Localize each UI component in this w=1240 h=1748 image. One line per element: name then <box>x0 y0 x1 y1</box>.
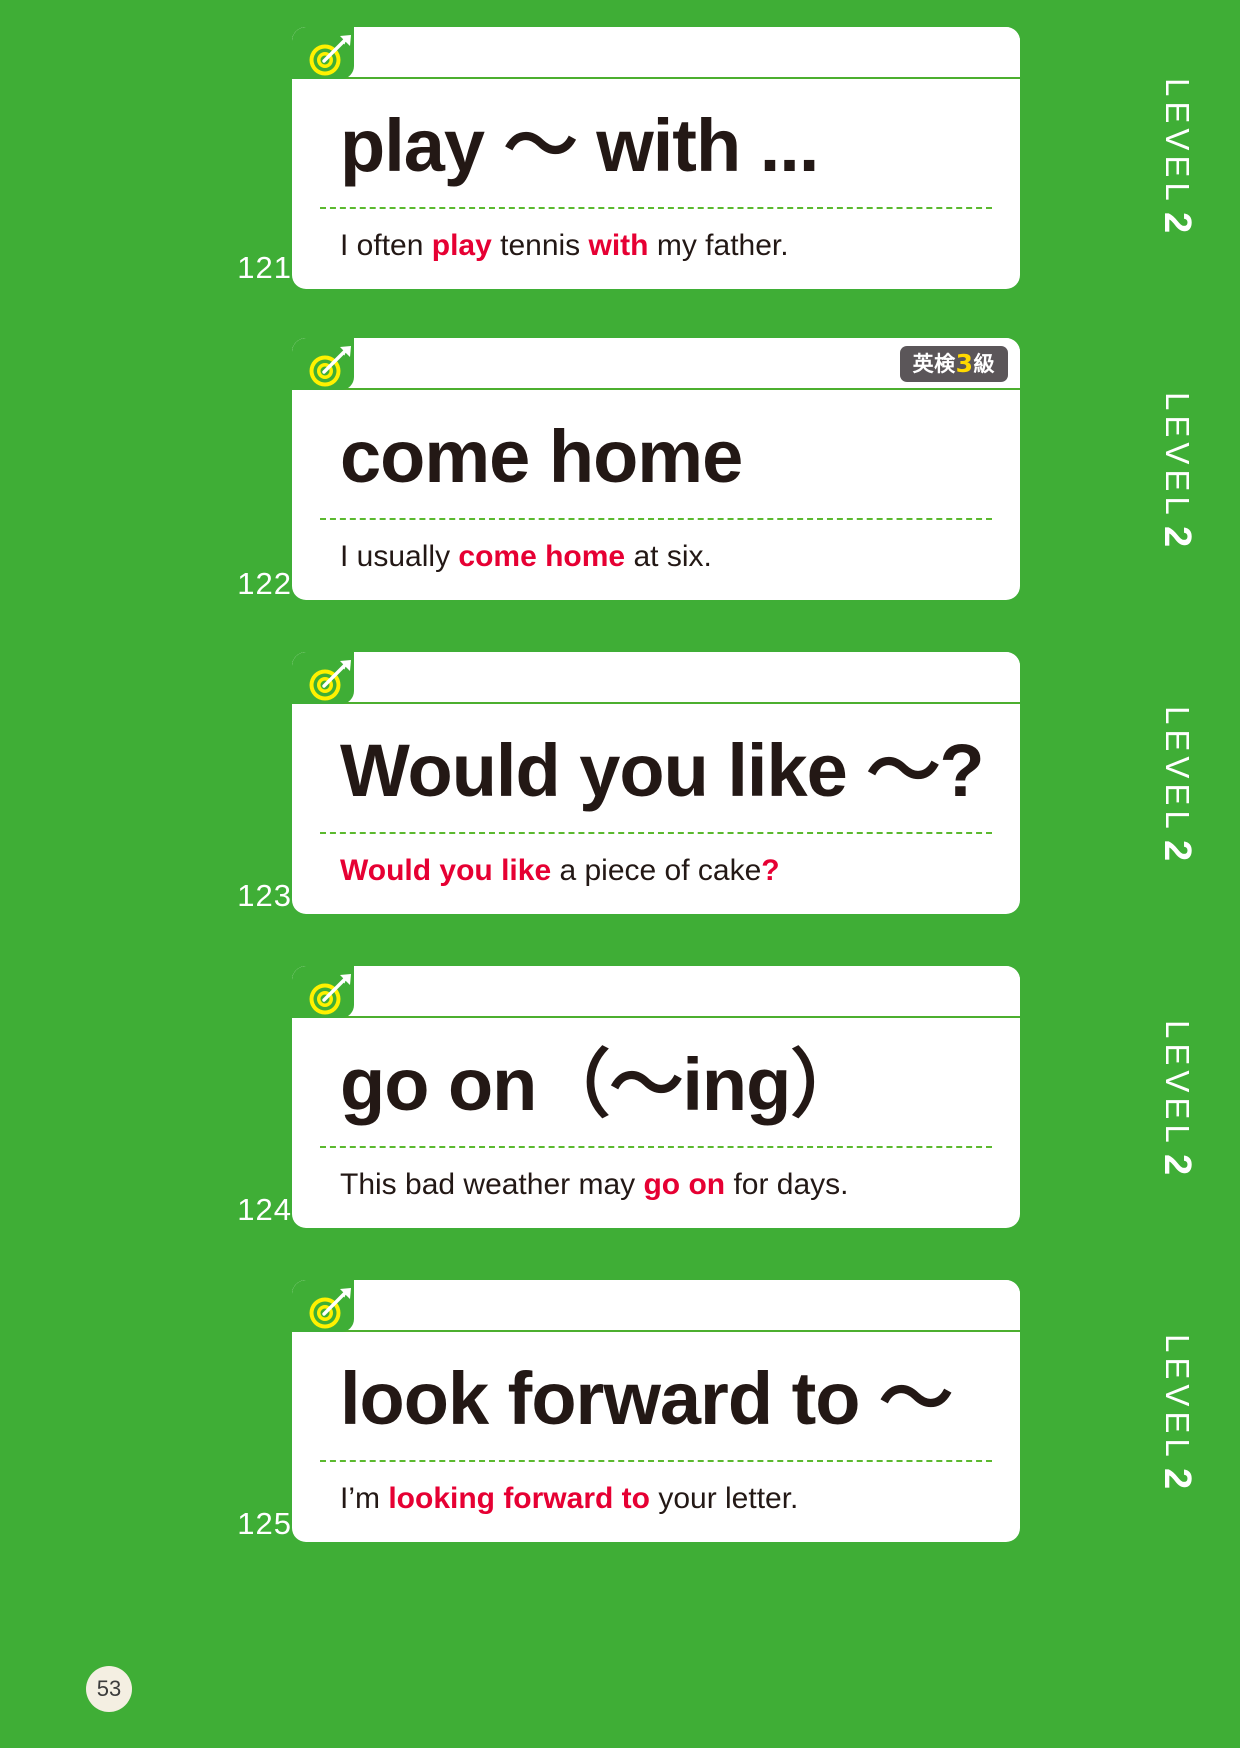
example-plain-text: tennis <box>491 229 589 262</box>
example-plain-text: a piece of cake <box>551 854 762 887</box>
example-highlight: Would you like <box>340 854 552 887</box>
card-corner-tab <box>292 27 354 79</box>
example-plain-text: your letter. <box>649 1482 799 1515</box>
level-rail: LEVEL 2 <box>1156 706 1216 861</box>
page-number-badge: 53 <box>86 1666 132 1712</box>
level-word: LEVEL <box>1159 78 1196 206</box>
phrase-card[interactable]: Would you like 〜? Would you like a piece … <box>292 652 1020 914</box>
page-root: 121 play 〜 with ... I often play tennis w… <box>0 0 1240 1748</box>
phrase-text: play 〜 with ... <box>340 104 819 187</box>
example-highlight: looking forward to <box>388 1482 650 1515</box>
phrase-text: look forward to 〜 <box>340 1357 953 1440</box>
phrase-text: Would you like 〜? <box>340 729 985 812</box>
example-plain-text: This bad weather may <box>340 1168 644 1201</box>
card-number: 122 <box>237 566 292 601</box>
card-number: 123 <box>237 878 292 913</box>
example-sentence: I usually come home at six. <box>292 520 1020 596</box>
card-corner-tab <box>292 338 354 390</box>
phrase-text: go on（〜ing） <box>340 1043 864 1126</box>
card-header <box>292 966 1020 1018</box>
level-word: LEVEL <box>1159 1334 1196 1462</box>
card-number: 125 <box>237 1506 292 1541</box>
card-header <box>292 1280 1020 1332</box>
card-corner-tab <box>292 652 354 704</box>
eiken-badge-grade: 3 <box>955 349 974 378</box>
level-word: LEVEL <box>1159 706 1196 834</box>
phrase-text: come home <box>340 415 743 498</box>
eiken-badge-suffix: 級 <box>973 352 995 376</box>
example-highlight: go on <box>643 1168 726 1201</box>
example-highlight: ? <box>761 854 780 887</box>
level-rail: LEVEL 2 <box>1156 78 1216 233</box>
level-rail: LEVEL 2 <box>1156 1334 1216 1489</box>
example-plain-text: often <box>348 229 432 262</box>
level-value: 2 <box>1156 839 1198 861</box>
phrase-card[interactable]: go on（〜ing） This bad weather may go on fo… <box>292 966 1020 1228</box>
example-plain-text: at six. <box>625 540 712 573</box>
example-plain-text: usually <box>348 540 459 573</box>
card-number: 121 <box>237 250 292 285</box>
example-sentence: I often play tennis with my father. <box>292 209 1020 285</box>
phrase-card[interactable]: play 〜 with ... I often play tennis with … <box>292 27 1020 289</box>
level-rail-text: LEVEL 2 <box>1156 78 1198 233</box>
eiken-grade-badge: 英検3級 <box>899 346 1008 382</box>
example-highlight: with <box>588 229 649 262</box>
card-number: 124 <box>237 1192 292 1227</box>
level-rail: LEVEL 2 <box>1156 392 1216 547</box>
phrase-card[interactable]: 英検3級 come home I usually come home at six. <box>292 338 1020 600</box>
level-rail-text: LEVEL 2 <box>1156 392 1198 547</box>
level-rail-text: LEVEL 2 <box>1156 1334 1198 1489</box>
eiken-badge-label: 英検 <box>912 352 956 376</box>
level-word: LEVEL <box>1159 1020 1196 1148</box>
example-plain-text: for days. <box>725 1168 849 1201</box>
example-sentence: Would you like a piece of cake? <box>292 834 1020 910</box>
card-header <box>292 652 1020 704</box>
card-header: 英検3級 <box>292 338 1020 390</box>
card-corner-tab <box>292 966 354 1018</box>
level-value: 2 <box>1156 525 1198 547</box>
level-rail-text: LEVEL 2 <box>1156 1020 1198 1175</box>
example-sentence: This bad weather may go on for days. <box>292 1148 1020 1224</box>
example-plain-text: I’m <box>340 1482 389 1515</box>
example-plain-text: my father. <box>648 229 789 262</box>
level-value: 2 <box>1156 211 1198 233</box>
example-sentence: I’m looking forward to your letter. <box>292 1462 1020 1538</box>
level-value: 2 <box>1156 1467 1198 1489</box>
level-rail: LEVEL 2 <box>1156 1020 1216 1175</box>
level-rail-text: LEVEL 2 <box>1156 706 1198 861</box>
level-value: 2 <box>1156 1153 1198 1175</box>
example-highlight: play <box>431 229 492 262</box>
card-corner-tab <box>292 1280 354 1332</box>
level-word: LEVEL <box>1159 392 1196 520</box>
example-highlight: come home <box>458 540 626 573</box>
card-header <box>292 27 1020 79</box>
phrase-card[interactable]: look forward to 〜 I’m looking forward to … <box>292 1280 1020 1542</box>
